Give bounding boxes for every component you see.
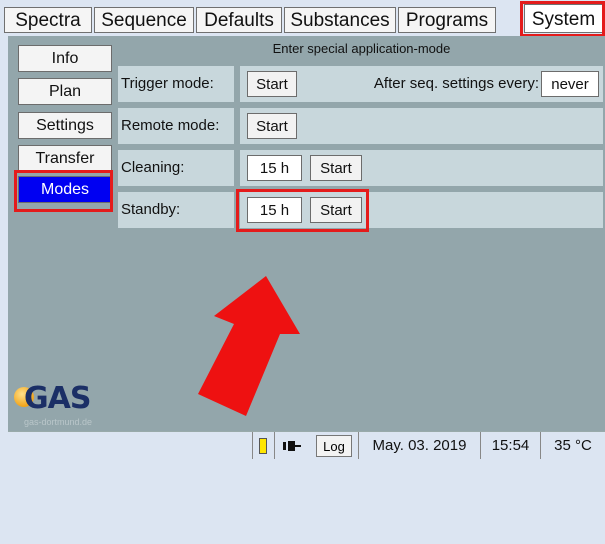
red-arrow-icon (198, 276, 300, 416)
remote-mode-row: Start (240, 108, 603, 144)
status-time: 15:54 (480, 432, 540, 459)
standby-label: Standby: (118, 192, 234, 228)
standby-start-button[interactable]: Start (310, 197, 362, 223)
gas-logo: GAS gas-dortmund.de (12, 381, 122, 431)
log-button[interactable]: Log (316, 435, 352, 457)
sidebar-item-settings[interactable]: Settings (18, 112, 112, 139)
status-indicator (252, 432, 272, 459)
sidebar-item-plan[interactable]: Plan (18, 78, 112, 105)
after-seq-label: After seq. settings every: (373, 75, 539, 92)
standby-row: 15 h Start (240, 192, 603, 228)
cleaning-row: 15 h Start (240, 150, 603, 186)
cleaning-hours-field[interactable]: 15 h (247, 155, 302, 181)
logo-website: gas-dortmund.de (24, 417, 93, 427)
trigger-mode-row: Start After seq. settings every: never (240, 66, 603, 102)
status-bar: Log May. 03. 2019 15:54 35 °C (8, 431, 605, 459)
tab-sequence[interactable]: Sequence (94, 7, 194, 33)
system-panel: Info Plan Settings Transfer Modes Enter … (8, 36, 605, 431)
after-seq-value-field[interactable]: never (541, 71, 599, 97)
logo-text: GAS (24, 381, 91, 416)
remote-start-button[interactable]: Start (247, 113, 297, 139)
trigger-mode-label: Trigger mode: (118, 66, 234, 102)
sidebar-item-transfer[interactable]: Transfer (18, 145, 112, 172)
modes-header: Enter special application-mode (272, 41, 451, 56)
status-light-icon (258, 438, 267, 455)
tab-programs[interactable]: Programs (398, 7, 496, 33)
sidebar-item-info[interactable]: Info (18, 45, 112, 72)
tab-spectra[interactable]: Spectra (4, 7, 92, 33)
cleaning-label: Cleaning: (118, 150, 234, 186)
status-temperature: 35 °C (540, 432, 605, 459)
remote-mode-label: Remote mode: (118, 108, 234, 144)
plug-icon (282, 441, 301, 452)
standby-hours-field[interactable]: 15 h (247, 197, 302, 223)
tab-defaults[interactable]: Defaults (196, 7, 282, 33)
trigger-start-button[interactable]: Start (247, 71, 297, 97)
top-tab-bar: Spectra Sequence Defaults Substances Pro… (0, 0, 605, 37)
tab-system[interactable]: System (524, 4, 603, 33)
tab-substances[interactable]: Substances (284, 7, 396, 33)
sidebar-item-modes[interactable]: Modes (18, 176, 112, 203)
plug-status (274, 432, 308, 459)
cleaning-start-button[interactable]: Start (310, 155, 362, 181)
status-date: May. 03. 2019 (358, 432, 480, 459)
